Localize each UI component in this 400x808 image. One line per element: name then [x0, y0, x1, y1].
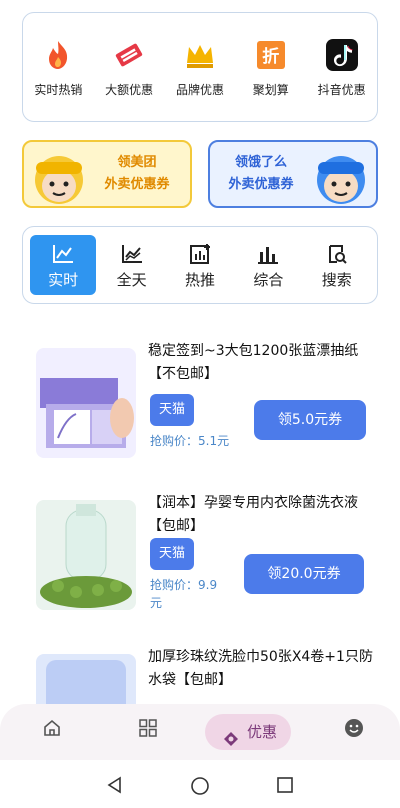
nav-deals-tab[interactable]: 优惠 [205, 714, 291, 750]
category-big-discount[interactable]: 大额优惠 [97, 37, 161, 98]
claim-coupon-button[interactable]: 领20.0元券 [244, 554, 364, 594]
category-juhuasuan[interactable]: 折 聚划算 [239, 37, 303, 98]
banner-line: 外卖优惠券 [228, 177, 294, 192]
tab-realtime[interactable]: 实时 [30, 235, 97, 295]
product-card[interactable]: 加厚珍珠纹洗脸巾50张X4卷+1只防水袋【包邮】 [22, 640, 378, 704]
tab-all-day[interactable]: 全天 [99, 235, 165, 295]
hot-push-icon [188, 243, 212, 265]
bottom-nav: 优惠 [0, 704, 400, 760]
category-label: 实时热销 [34, 83, 83, 97]
banner-line: 领饿了么 [234, 155, 287, 170]
category-label: 大额优惠 [105, 83, 154, 97]
category-realtime-hot[interactable]: 实时热销 [26, 37, 90, 98]
product-card[interactable]: 【润本】孕婴专用内衣除菌洗衣液【包邮】 天猫 领20.0元券 抢购价：9.9元 [22, 486, 378, 636]
line-chart-icon [120, 243, 144, 265]
system-nav-bar [0, 760, 400, 808]
meituan-banner-text: 领美团 外卖优惠券 [92, 152, 182, 196]
tab-label: 全天 [116, 271, 147, 289]
product-title[interactable]: 稳定签到~3大包1200张蓝漂抽纸【不包邮】 [148, 340, 374, 386]
category-label: 抖音优惠 [317, 83, 366, 97]
mascot-face-icon [28, 146, 90, 206]
recents-square-icon[interactable] [276, 776, 294, 798]
coupon-tag-icon [111, 37, 147, 73]
discount-glyph: 折 [262, 47, 280, 67]
tab-label: 热推 [184, 271, 215, 289]
tab-label: 综合 [253, 271, 284, 289]
home-circle-icon[interactable] [190, 776, 210, 800]
nav-deals-label: 优惠 [247, 723, 278, 741]
meituan-coupon-banner[interactable]: 领美团 外卖优惠券 [22, 140, 192, 208]
banner-line: 领美团 [117, 155, 157, 170]
trend-icon [51, 243, 75, 265]
home-icon[interactable] [42, 718, 62, 742]
tab-search[interactable]: 搜索 [304, 235, 370, 295]
claim-coupon-button[interactable]: 领5.0元券 [254, 400, 366, 440]
grid-icon[interactable] [138, 718, 158, 742]
product-card[interactable]: 稳定签到~3大包1200张蓝漂抽纸【不包邮】 天猫 领5.0元券 抢购价：5.1… [22, 334, 378, 484]
back-triangle-icon[interactable] [106, 776, 124, 798]
eleme-coupon-banner[interactable]: 领饿了么 外卖优惠券 [208, 140, 378, 208]
bar-chart-icon [256, 243, 280, 265]
profile-smiley-icon[interactable] [344, 718, 364, 742]
banner-line: 外卖优惠券 [104, 177, 170, 192]
product-image [36, 348, 136, 458]
category-label: 品牌优惠 [175, 83, 224, 97]
product-title[interactable]: 加厚珍珠纹洗脸巾50张X4卷+1只防水袋【包邮】 [148, 646, 374, 692]
tab-comprehensive[interactable]: 综合 [235, 235, 301, 295]
fire-icon [40, 37, 76, 73]
category-brand[interactable]: 品牌优惠 [168, 37, 232, 98]
deals-tag-icon [223, 724, 239, 760]
shop-badge[interactable]: 天猫 [150, 538, 194, 570]
shop-badge[interactable]: 天猫 [150, 394, 194, 426]
product-image [36, 654, 136, 704]
tab-label: 搜索 [321, 271, 352, 289]
product-price: 抢购价：9.9元 [150, 578, 218, 610]
category-label: 聚划算 [252, 83, 289, 97]
mascot-face-icon [310, 146, 372, 206]
crown-icon [182, 37, 218, 73]
douyin-icon [324, 37, 360, 73]
product-title[interactable]: 【润本】孕婴专用内衣除菌洗衣液【包邮】 [148, 492, 374, 538]
product-image [36, 500, 136, 610]
product-price: 抢购价：5.1元 [150, 434, 230, 448]
tab-hot-push[interactable]: 热推 [167, 235, 233, 295]
category-panel: 实时热销 大额优惠 品牌优惠 折 聚划算 抖音优惠 [22, 12, 378, 122]
tab-bar: 实时 全天 热推 综合 搜索 [22, 226, 378, 304]
tab-label: 实时 [48, 271, 79, 289]
search-icon [325, 243, 349, 265]
category-douyin[interactable]: 抖音优惠 [310, 37, 374, 98]
eleme-banner-text: 领饿了么 外卖优惠券 [216, 152, 306, 196]
discount-icon: 折 [253, 37, 289, 73]
